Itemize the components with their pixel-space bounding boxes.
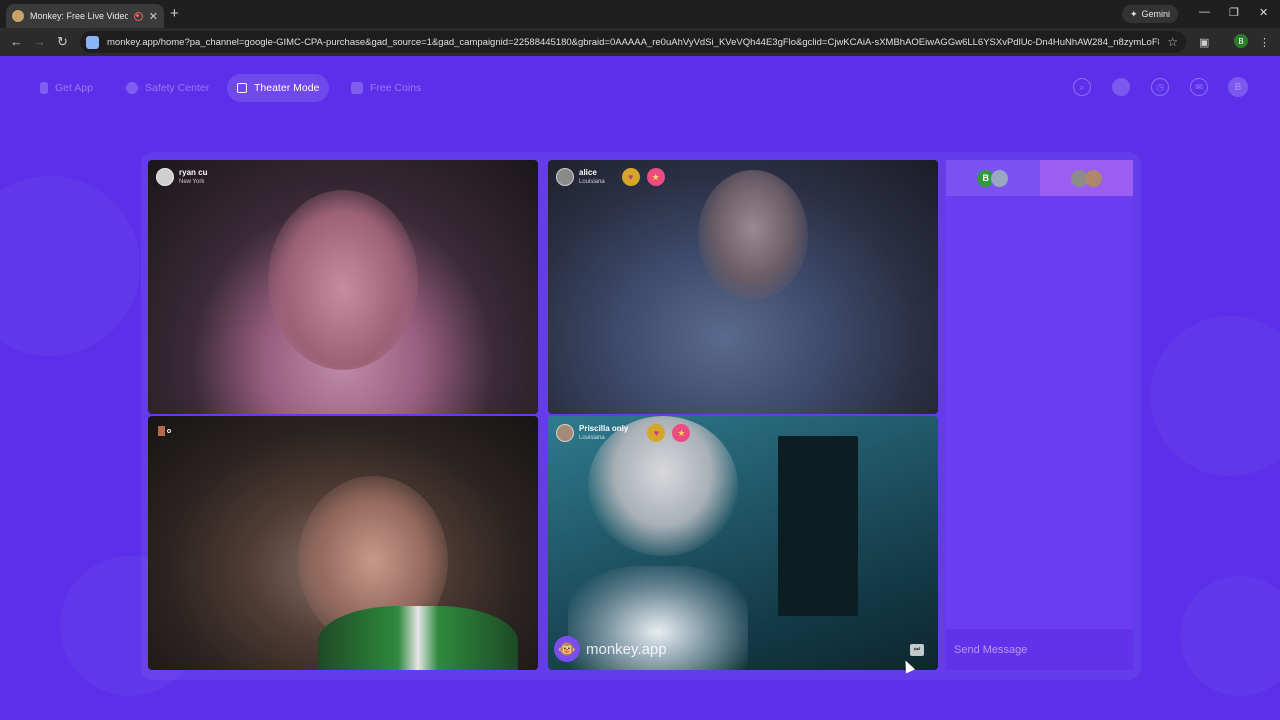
get-app-label: Get App <box>55 82 93 94</box>
safety-center-label: Safety Center <box>145 82 210 94</box>
user-location: New York <box>179 179 205 185</box>
background-decoration <box>1150 316 1280 476</box>
safety-center-button[interactable]: Safety Center <box>116 74 219 102</box>
send-message-box <box>946 628 1133 670</box>
user-name: Priscilla only <box>579 424 629 433</box>
restore-icon[interactable]: ❐ <box>1229 6 1239 19</box>
gift-badge-icon: ★ <box>672 424 691 442</box>
monkey-watermark: 🐵 monkey.app <box>554 636 667 662</box>
chat-panel: B <box>946 160 1133 670</box>
background-decoration <box>1180 576 1280 696</box>
account-avatar[interactable]: B <box>1228 77 1248 97</box>
window-close-icon[interactable]: ✕ <box>1259 6 1268 19</box>
participant-avatar <box>991 169 1009 187</box>
gift-icon <box>351 82 363 94</box>
url-text[interactable]: monkey.app/home?pa_channel=google-GIMC-C… <box>107 37 1159 48</box>
chat-tabs: B <box>946 160 1133 196</box>
user-location: Louisiana <box>579 435 605 441</box>
user-avatar <box>556 424 574 442</box>
browser-tab[interactable]: Monkey: Free Live Video Ch ✕ <box>6 4 164 28</box>
shield-icon <box>126 82 138 94</box>
user-name: alice <box>579 168 597 177</box>
recording-icon <box>133 11 143 21</box>
expand-icon <box>237 83 247 93</box>
address-bar[interactable]: monkey.app/home?pa_channel=google-GIMC-C… <box>80 31 1186 53</box>
video-tile-4[interactable]: Priscilla only Louisiana ♥ ★ 🐵 monkey.ap… <box>548 416 938 670</box>
messages-icon[interactable]: ✉ <box>1190 78 1208 96</box>
background-decoration <box>0 176 140 356</box>
video-feed <box>318 606 518 670</box>
user-name: ryan cu <box>179 168 208 177</box>
user-chip[interactable]: alice Louisiana ♥ ★ <box>556 168 665 186</box>
gemini-button[interactable]: ✦ Gemini <box>1122 5 1179 23</box>
tab-close-icon[interactable]: ✕ <box>149 10 158 23</box>
history-clock-icon[interactable]: ◷ <box>1151 78 1169 96</box>
side-panel-icon[interactable]: ▣ <box>1199 36 1209 49</box>
user-chip[interactable]: ryan cu New York <box>156 168 207 186</box>
theater-mode-label: Theater Mode <box>254 82 320 94</box>
video-feed <box>778 436 858 616</box>
free-coins-button[interactable]: Free Coins <box>341 74 431 102</box>
theater-mode-button[interactable]: Theater Mode <box>227 74 330 102</box>
send-message-input[interactable] <box>954 643 1125 656</box>
video-tile-3[interactable] <box>148 416 538 670</box>
heart-badge-icon: ♥ <box>647 424 666 442</box>
browser-toolbar: ← → ↻ monkey.app/home?pa_channel=google-… <box>0 28 1280 56</box>
video-feed <box>268 190 418 370</box>
gift-badge-icon: ★ <box>646 168 665 186</box>
friends-avatar-icon[interactable] <box>1112 78 1130 96</box>
skip-icon[interactable]: ⏭ <box>910 644 924 656</box>
video-feed <box>698 170 808 300</box>
monkey-favicon-icon <box>12 10 24 22</box>
user-location: Louisiana <box>579 179 605 185</box>
gemini-sparkle-icon: ✦ <box>1130 8 1138 19</box>
tab-title: Monkey: Free Live Video Ch <box>30 11 128 21</box>
monkey-logo-icon: 🐵 <box>554 636 580 662</box>
get-app-button[interactable]: Get App <box>30 74 103 102</box>
chat-tab-group-1[interactable]: B <box>946 160 1040 196</box>
forward-icon[interactable]: → <box>33 34 46 49</box>
user-flag-icon <box>158 426 171 436</box>
gemini-label: Gemini <box>1141 9 1171 19</box>
new-tab-button[interactable]: + <box>170 5 179 22</box>
reload-icon[interactable]: ↻ <box>57 34 68 50</box>
browser-menu-icon[interactable]: ⋮ <box>1259 36 1270 49</box>
watermark-text: monkey.app <box>586 640 667 658</box>
participant-avatar <box>1084 169 1102 187</box>
site-info-icon[interactable] <box>86 35 99 49</box>
user-avatar <box>556 168 574 186</box>
phone-icon <box>40 82 48 94</box>
browser-tab-strip: Monkey: Free Live Video Ch ✕ + ✦ Gemini … <box>0 0 1280 28</box>
browser-profile-avatar[interactable]: B <box>1234 34 1248 48</box>
chat-tab-group-2[interactable] <box>1039 160 1133 196</box>
back-icon[interactable]: ← <box>10 34 23 49</box>
video-tile-1[interactable]: ryan cu New York <box>148 160 538 414</box>
minimize-icon[interactable]: — <box>1199 6 1210 18</box>
bookmark-star-icon[interactable]: ☆ <box>1167 35 1178 49</box>
video-tile-2[interactable]: alice Louisiana ♥ ★ <box>548 160 938 414</box>
free-coins-label: Free Coins <box>370 82 422 94</box>
search-icon[interactable]: ⌕ <box>1073 78 1091 96</box>
user-chip[interactable]: Priscilla only Louisiana ♥ ★ <box>556 424 691 442</box>
heart-badge-icon: ♥ <box>621 168 640 186</box>
user-avatar <box>156 168 174 186</box>
